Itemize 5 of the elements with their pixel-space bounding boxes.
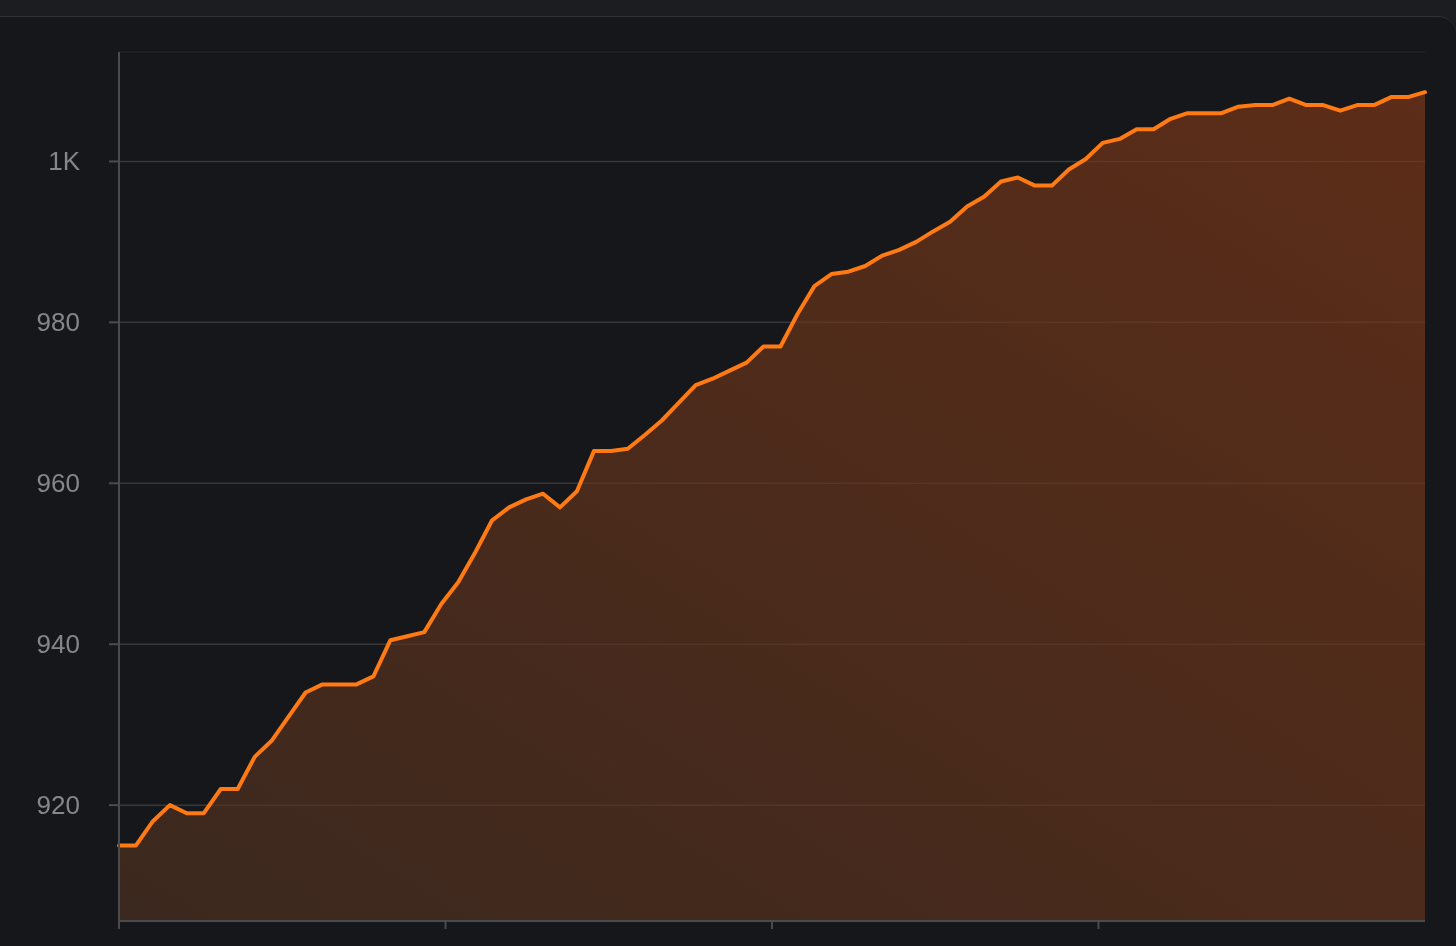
axis-tick-label: 1K (48, 145, 80, 176)
axis-tick-label: 940 (36, 628, 80, 659)
axis-tick-label: 920 (36, 789, 80, 820)
axis-tick-label: 980 (36, 306, 80, 337)
axis-tick-label: 960 (36, 467, 80, 498)
